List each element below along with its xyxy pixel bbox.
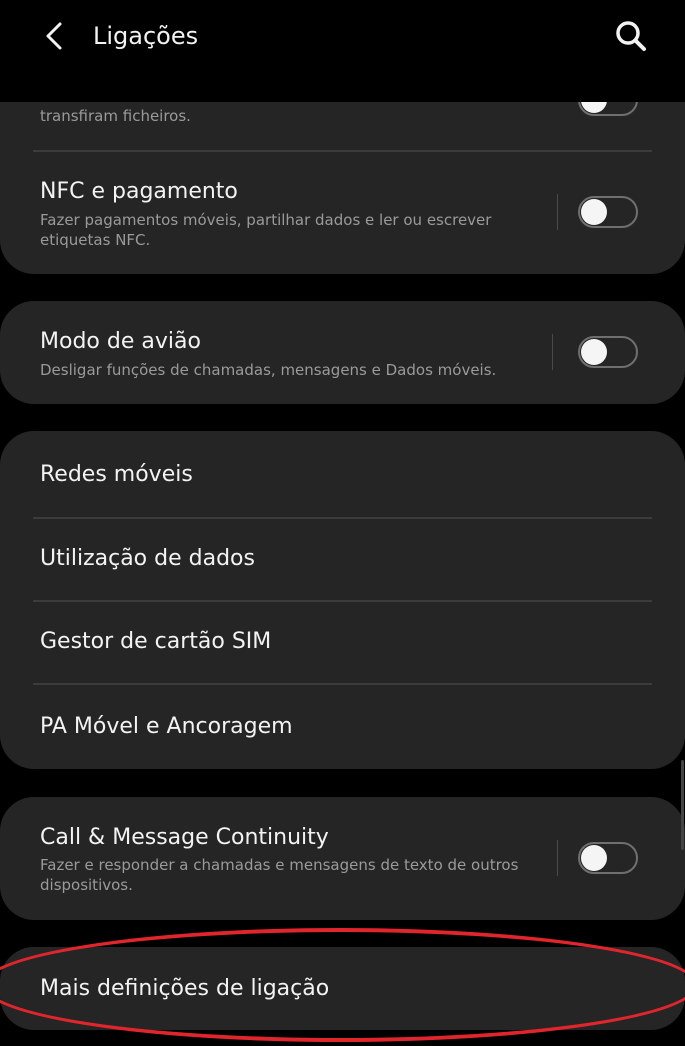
airplane-subtitle: Desligar funções de chamadas, mensagens … bbox=[40, 361, 497, 379]
card-more-settings: Mais definições de ligação bbox=[0, 947, 685, 1030]
card-nfc-group: transfiram ficheiros. NFC e pagamento Fa… bbox=[0, 102, 685, 274]
list-item-label: PA Móvel e Ancoragem bbox=[40, 714, 293, 739]
partial-transfer-toggle[interactable] bbox=[578, 102, 638, 116]
list-item-label: Gestor de cartão SIM bbox=[40, 629, 272, 654]
separator bbox=[557, 194, 558, 230]
partial-transfer-subtitle: transfiram ficheiros. bbox=[40, 107, 191, 125]
continuity-row[interactable]: Call & Message Continuity Fazer e respon… bbox=[0, 797, 685, 920]
page-title: Ligações bbox=[93, 22, 199, 50]
more-settings-title: Mais definições de ligação bbox=[40, 976, 330, 1001]
toggle-knob bbox=[581, 199, 607, 225]
airplane-title: Modo de avião bbox=[40, 329, 201, 354]
scrollbar[interactable] bbox=[681, 760, 684, 850]
more-connection-settings-item[interactable]: Mais definições de ligação bbox=[0, 947, 685, 1030]
list-item-sim-manager[interactable]: Gestor de cartão SIM bbox=[0, 602, 685, 684]
continuity-subtitle: Fazer e responder a chamadas e mensagens… bbox=[40, 856, 519, 894]
continuity-title: Call & Message Continuity bbox=[40, 825, 329, 850]
nfc-title: NFC e pagamento bbox=[40, 179, 238, 204]
nfc-toggle[interactable] bbox=[578, 196, 638, 228]
list-item-mobile-networks[interactable]: Redes móveis bbox=[0, 431, 685, 518]
card-continuity: Call & Message Continuity Fazer e respon… bbox=[0, 797, 685, 920]
toggle-knob bbox=[581, 102, 607, 113]
nfc-subtitle: Fazer pagamentos móveis, partilhar dados… bbox=[40, 211, 492, 249]
list-item-label: Utilização de dados bbox=[40, 546, 255, 571]
separator bbox=[557, 840, 558, 876]
toggle-knob bbox=[581, 339, 607, 365]
list-item-label: Redes móveis bbox=[40, 462, 193, 487]
back-button[interactable] bbox=[32, 14, 76, 58]
search-icon bbox=[616, 21, 646, 51]
list-item-hotspot-tethering[interactable]: PA Móvel e Ancoragem bbox=[0, 685, 685, 769]
top-app-bar: Ligações bbox=[0, 0, 685, 72]
list-item-data-usage[interactable]: Utilização de dados bbox=[0, 519, 685, 601]
chevron-left-icon bbox=[46, 22, 62, 50]
search-button[interactable] bbox=[608, 14, 654, 58]
card-airplane: Modo de avião Desligar funções de chamad… bbox=[0, 301, 685, 404]
nfc-row[interactable]: NFC e pagamento Fazer pagamentos móveis,… bbox=[0, 152, 685, 274]
airplane-toggle[interactable] bbox=[578, 336, 638, 368]
separator bbox=[552, 334, 553, 370]
toggle-knob bbox=[581, 845, 607, 871]
card-network: Redes móveis Utilização de dados Gestor … bbox=[0, 431, 685, 769]
continuity-toggle[interactable] bbox=[578, 842, 638, 874]
airplane-row[interactable]: Modo de avião Desligar funções de chamad… bbox=[0, 301, 685, 404]
